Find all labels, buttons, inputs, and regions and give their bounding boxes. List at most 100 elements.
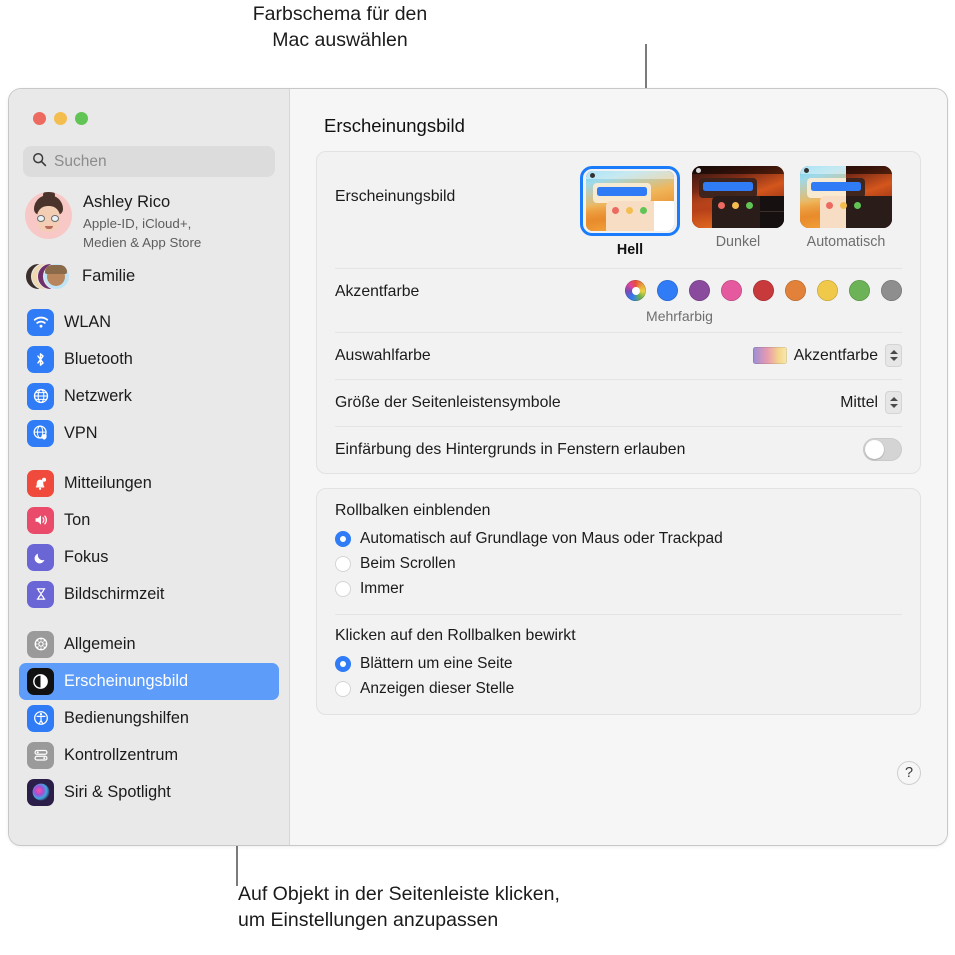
highlight-label: Auswahlfarbe [335,347,753,365]
appearance-option-automatisch[interactable]: Automatisch [800,166,892,258]
accent-swatch-yellow[interactable] [817,280,838,301]
sidebar: Suchen Ashley Rico Apple-ID, iCloud+, Me… [9,89,290,845]
sidebar-item-wlan[interactable]: WLAN [19,304,279,341]
sidebar-item-label: Allgemein [64,635,136,654]
accent-swatch-purple[interactable] [689,280,710,301]
accent-swatch-pink[interactable] [721,280,742,301]
radio-indicator [335,681,351,697]
accent-swatch-graphite[interactable] [881,280,902,301]
sidebar-item-netzwerk[interactable]: Netzwerk [19,378,279,415]
content-pane: Erscheinungsbild Erscheinungsbild [290,89,947,845]
sidebar-item-label: Fokus [64,548,108,567]
wifi-icon [27,309,54,336]
control-center-icon [27,742,54,769]
radio-indicator [335,556,351,572]
account-subtitle-2: Medien & App Store [83,234,201,252]
appearance-option-hell[interactable]: Hell [584,166,676,258]
sidebar-item-label: Bedienungshilfen [64,709,189,728]
bell-icon [27,470,54,497]
sidebar-item-familie[interactable]: Familie [19,252,279,292]
search-input[interactable]: Suchen [23,146,275,177]
sidebar-icon-size-row: Größe der Seitenleistensymbole Mittel [317,379,920,426]
accent-swatch-multicolor[interactable] [625,280,646,301]
sidebar-group-divider [19,613,279,626]
globe-icon [27,383,54,410]
minimize-button[interactable] [54,112,67,125]
annotation-top: Farbschema für den Mac auswählen [0,2,680,53]
radio-jump-to-spot[interactable]: Anzeigen dieser Stelle [335,676,902,701]
scrollbar-settings-card: Rollbalken einblenden Automatisch auf Gr… [316,488,921,715]
globe-shield-icon [27,420,54,447]
account-subtitle-1: Apple-ID, iCloud+, [83,215,201,233]
sidebar-item-kontrollzentrum[interactable]: Kontrollzentrum [19,737,279,774]
radio-jump-page[interactable]: Blättern um eine Seite [335,651,902,676]
appearance-mode-row: Erscheinungsbild [317,152,920,268]
bluetooth-icon [27,346,54,373]
gear-icon [27,631,54,658]
zoom-button[interactable] [75,112,88,125]
close-button[interactable] [33,112,46,125]
click-scrollbar-group: Klicken auf den Rollbalken bewirkt Blätt… [317,614,920,714]
appearance-mode-options: Hell Dunkel [584,166,902,258]
speaker-icon [27,507,54,534]
family-avatar-stack [25,262,72,292]
window-traffic-lights [19,89,279,125]
click-scrollbar-title: Klicken auf den Rollbalken bewirkt [335,627,902,645]
wallpaper-tinting-label: Einfärbung des Hintergrunds in Fenstern … [335,441,863,459]
chevron-updown-icon [885,391,902,414]
sidebar-item-label: Siri & Spotlight [64,783,171,802]
accent-swatch-red[interactable] [753,280,774,301]
sidebar-item-bildschirmzeit[interactable]: Bildschirmzeit [19,576,279,613]
wallpaper-tinting-toggle[interactable] [863,438,902,461]
highlight-color-popup[interactable]: Akzentfarbe [753,344,902,367]
radio-indicator [335,581,351,597]
sidebar-item-siri-spotlight[interactable]: Siri & Spotlight [19,774,279,811]
accent-color-row: Akzentfarbe Mehr [317,268,920,332]
radio-scrollbars-when-scrolling[interactable]: Beim Scrollen [335,551,902,576]
sidebar-item-label: Mitteilungen [64,474,152,493]
appearance-option-dunkel[interactable]: Dunkel [692,166,784,258]
hourglass-icon [27,581,54,608]
dark-mode-preview [692,166,784,228]
accent-color-swatches [625,280,902,301]
sidebar-item-label: Ton [64,511,90,530]
accent-swatch-green[interactable] [849,280,870,301]
account-row[interactable]: Ashley Rico Apple-ID, iCloud+, Medien & … [19,177,279,252]
radio-scrollbars-automatic[interactable]: Automatisch auf Grundlage von Maus oder … [335,526,902,551]
sidebar-item-bedienungshilfen[interactable]: Bedienungshilfen [19,700,279,737]
sidebar-nav: WLAN Bluetooth [19,292,279,811]
appearance-option-label: Dunkel [692,234,784,250]
appearance-settings-card: Erscheinungsbild [316,151,921,474]
sidebar-item-label: WLAN [64,313,111,332]
sidebar-item-allgemein[interactable]: Allgemein [19,626,279,663]
chevron-updown-icon [885,344,902,367]
accent-caption: Mehrfarbig [646,308,713,324]
radio-scrollbars-always[interactable]: Immer [335,576,902,601]
sidebar-item-fokus[interactable]: Fokus [19,539,279,576]
show-scrollbars-title: Rollbalken einblenden [335,502,902,520]
search-icon [32,152,47,172]
page-title: Erscheinungsbild [316,89,921,151]
sidebar-item-label: Familie [82,267,135,286]
sidebar-item-bluetooth[interactable]: Bluetooth [19,341,279,378]
sidebar-icon-size-popup[interactable]: Mittel [840,391,902,414]
siri-icon [27,779,54,806]
sidebar-item-label: Netzwerk [64,387,132,406]
accent-swatch-orange[interactable] [785,280,806,301]
search-placeholder: Suchen [54,153,107,171]
sidebar-item-mitteilungen[interactable]: Mitteilungen [19,465,279,502]
sidebar-item-vpn[interactable]: VPN [19,415,279,452]
help-button[interactable]: ? [897,761,921,785]
accent-label: Akzentfarbe [335,280,625,301]
avatar [25,192,72,239]
accessibility-icon [27,705,54,732]
wallpaper-tinting-row: Einfärbung des Hintergrunds in Fenstern … [317,426,920,473]
accent-gradient-swatch [753,347,787,364]
system-settings-window: Suchen Ashley Rico Apple-ID, iCloud+, Me… [8,88,948,846]
sidebar-item-label: Bluetooth [64,350,133,369]
account-name: Ashley Rico [83,192,201,213]
accent-swatch-blue[interactable] [657,280,678,301]
sidebar-item-ton[interactable]: Ton [19,502,279,539]
sidebar-item-erscheinungsbild[interactable]: Erscheinungsbild [19,663,279,700]
auto-mode-preview [800,166,892,228]
